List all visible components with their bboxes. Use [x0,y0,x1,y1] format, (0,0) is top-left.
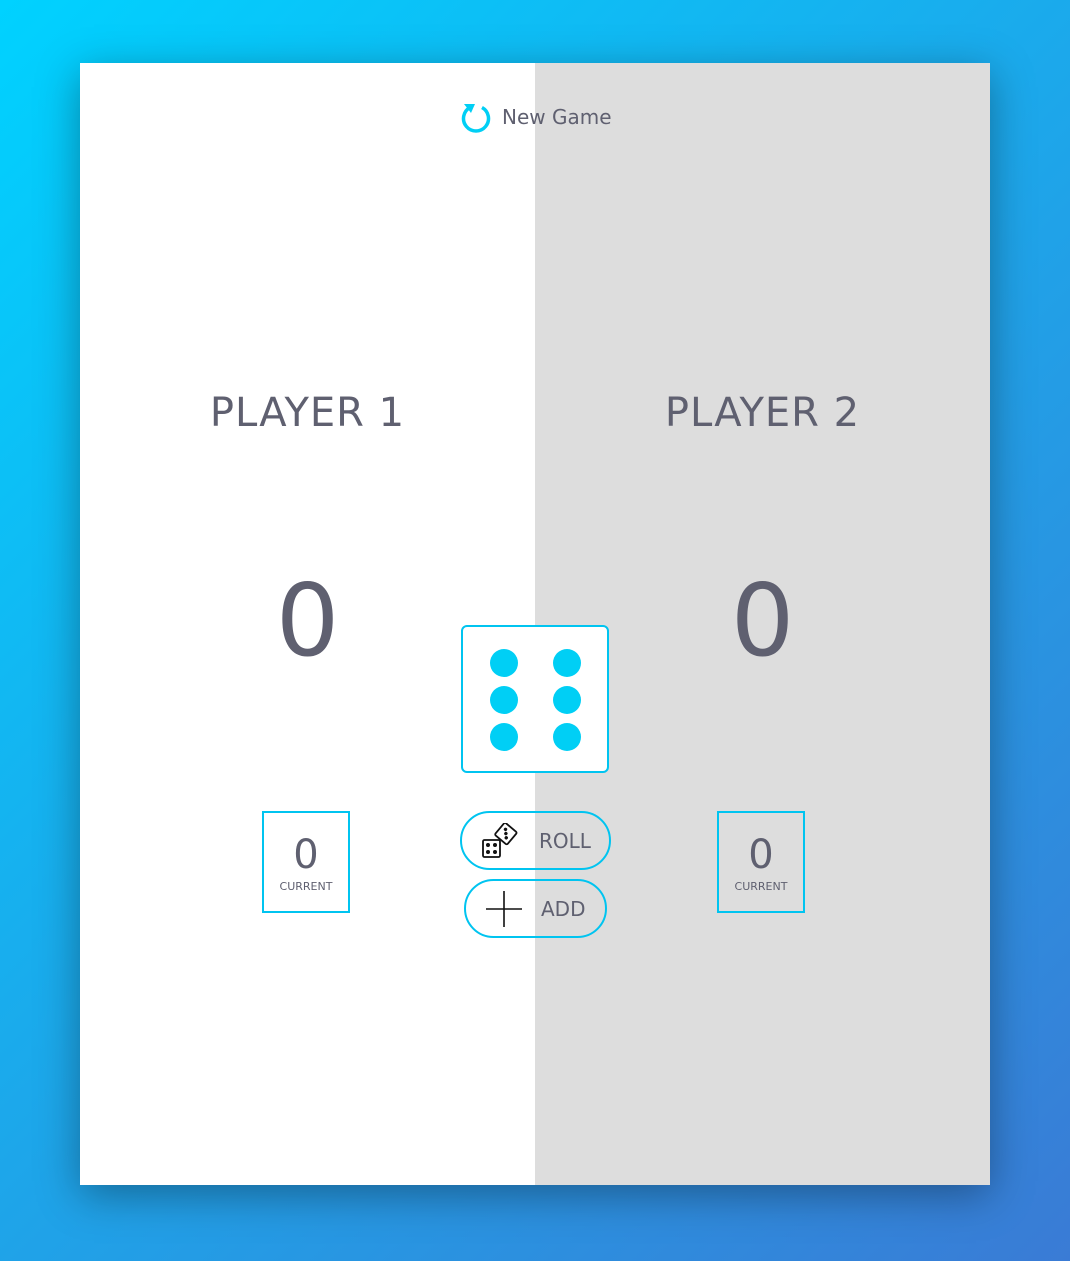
player-1-current-label: CURRENT [279,880,333,893]
dice-pip [553,649,581,677]
player-2-current-score: 0 [748,832,774,878]
player-1-current-score: 0 [293,832,319,878]
dice-pip [553,686,581,714]
new-game-button[interactable]: New Game [460,101,612,133]
player-2-current-label: CURRENT [734,880,788,893]
player-2-current-box: 0 CURRENT [717,811,805,913]
roll-button[interactable]: ROLL [460,811,611,870]
dice-icon [482,822,518,858]
dice-pip [553,723,581,751]
player-1-name: PLAYER 1 [209,390,406,436]
plus-icon [486,890,522,927]
roll-label: ROLL [539,828,591,853]
dice-pip [490,723,518,751]
new-game-label: New Game [502,105,612,129]
dice-pip [490,686,518,714]
player-2-panel: PLAYER 2 0 0 CURRENT [535,63,990,1185]
dice-face [461,625,609,773]
refresh-icon [461,104,491,133]
player-2-name: PLAYER 2 [664,390,861,436]
add-button[interactable]: ADD [464,879,607,938]
player-1-panel: PLAYER 1 0 0 CURRENT [80,63,535,1185]
player-1-current-box: 0 CURRENT [262,811,350,913]
add-label: ADD [541,896,586,921]
dice-pip [490,649,518,677]
game-board: PLAYER 1 0 0 CURRENT PLAYER 2 0 0 CURREN… [80,63,990,1185]
